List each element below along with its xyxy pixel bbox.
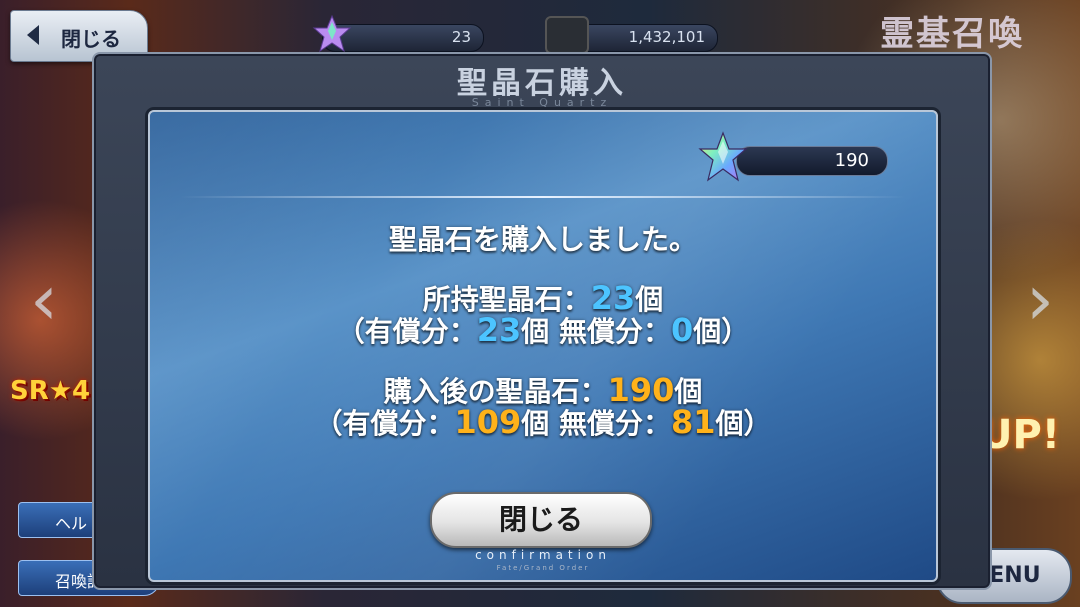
after-breakdown-open: （有償分：: [314, 407, 455, 440]
quartz-after-counter: 190: [736, 146, 888, 176]
purchase-complete-message: 聖晶石を購入しました。: [388, 223, 697, 256]
confirmation-caption: confirmation: [475, 548, 611, 562]
owned-free-value: 0: [671, 311, 694, 349]
owned-paid-value: 23: [476, 311, 522, 349]
divider: [180, 196, 906, 198]
owned-breakdown-close: 個）: [693, 315, 750, 348]
help-label: ヘル: [55, 514, 88, 533]
after-free-value: 81: [671, 403, 716, 441]
back-label: 閉じる: [61, 27, 121, 51]
banner-promo-right: UP!: [980, 412, 1061, 458]
top-bar: 閉じる 23 1,432,101 霊基召喚: [0, 0, 1080, 62]
close-button[interactable]: 閉じる: [430, 492, 652, 548]
quartz-count: 23: [451, 28, 471, 46]
screen-title: 霊基召喚: [880, 14, 1024, 54]
purchase-result-panel: 190 聖晶石を購入しました。 所持聖晶石：23個 （有償分：23個 無償分：0…: [148, 110, 938, 582]
after-paid-value: 109: [454, 403, 522, 441]
next-banner-arrow-icon[interactable]: ›: [1010, 260, 1070, 340]
back-arrow-icon: [27, 25, 39, 45]
dialog-subtitle: Saint Quartz: [471, 96, 613, 109]
game-caption: Fate/Grand Order: [496, 564, 590, 572]
prev-banner-arrow-icon[interactable]: ‹: [14, 260, 74, 340]
owned-breakdown-open: （有償分：: [336, 315, 477, 348]
after-free-label: 個 無償分：: [521, 407, 671, 440]
qp-icon: [545, 16, 589, 54]
qp-amount: 1,432,101: [628, 28, 705, 46]
after-breakdown-line: （有償分：109個 無償分：81個）: [150, 402, 936, 442]
saint-quartz-icon: [698, 131, 748, 182]
owned-free-label: 個 無償分：: [521, 315, 671, 348]
saint-quartz-icon: [312, 14, 352, 53]
owned-breakdown-line: （有償分：23個 無償分：0個）: [150, 310, 936, 350]
after-breakdown-close: 個）: [715, 407, 772, 440]
quartz-after-value: 190: [834, 150, 869, 171]
